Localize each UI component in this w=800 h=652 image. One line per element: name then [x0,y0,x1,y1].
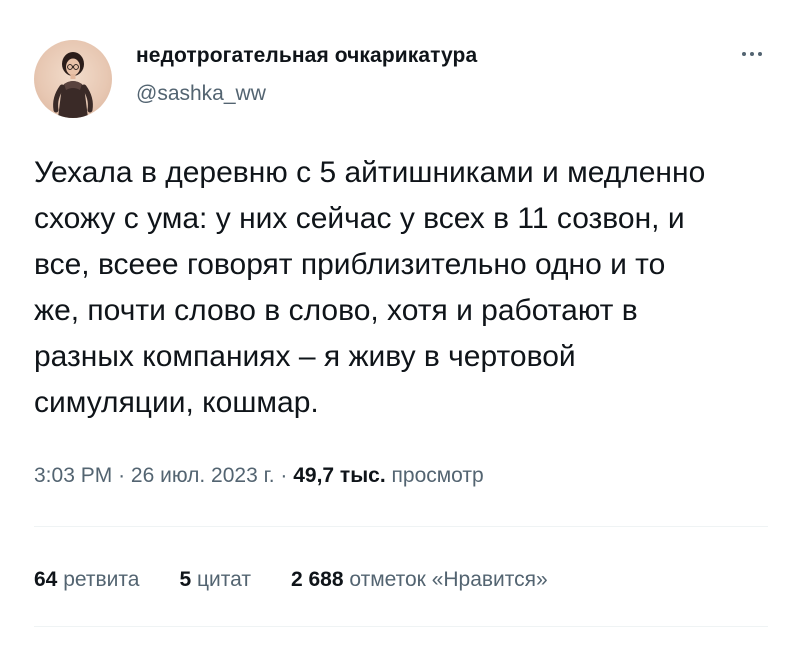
retweets-label: ретвита [63,568,140,591]
divider [34,626,768,627]
retweets-count: 64 [34,568,58,591]
divider [34,526,768,527]
tweet-stats: 64 ретвита 5 цитат 2 688 отметок «Нравит… [34,568,548,592]
likes-count: 2 688 [290,568,344,591]
quotes-stat[interactable]: 5 цитат [179,568,251,592]
ellipsis-icon [742,52,746,56]
retweets-stat[interactable]: 64 ретвита [34,568,139,592]
tweet-text: Уехала в деревню с 5 айтишниками и медле… [34,156,706,419]
ellipsis-icon [750,52,754,56]
more-options-button[interactable] [734,40,770,68]
tweet-time[interactable]: 3:03 PM [34,464,112,487]
avatar-portrait-icon [53,52,93,118]
avatar[interactable] [34,40,112,118]
views-label: просмотр [391,464,484,487]
ellipsis-icon [758,52,762,56]
quotes-label: цитат [196,568,251,591]
likes-stat[interactable]: 2 688 отметок «Нравится» [291,568,548,592]
meta-separator: · [118,464,126,487]
tweet-meta: 3:03 PM · 26 июл. 2023 г. · 49,7 тыс. пр… [34,464,484,488]
quotes-count: 5 [179,568,192,591]
tweet-date[interactable]: 26 июл. 2023 г. [131,464,275,487]
meta-separator: · [280,464,288,487]
tweet-card: недотрогательная очкарикатура @sashka_ww… [0,0,800,652]
likes-label: отметок «Нравится» [349,568,548,591]
author-display-name[interactable]: недотрогательная очкарикатура [136,44,477,68]
author-handle[interactable]: @sashka_ww [136,82,266,106]
views-count: 49,7 тыс. [293,464,386,487]
